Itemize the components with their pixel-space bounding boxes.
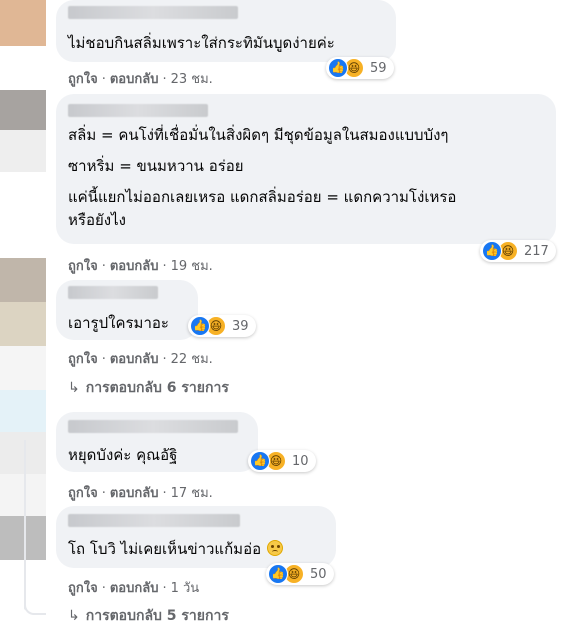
thumbs-up-icon: 👍	[482, 241, 502, 261]
comment-line: ซาหริ่ม = ขนมหวาน อร่อย	[68, 157, 244, 175]
avatar	[0, 130, 46, 172]
reply-link[interactable]: ตอบกลับ	[110, 259, 159, 274]
comment-line: สลิ่ม = คนโง่ที่เชื่อมั่นในสิ่งผิดๆ มีชุ…	[68, 126, 449, 144]
reaction-summary[interactable]: 👍 😆 50	[266, 563, 334, 585]
comment-text: โถ โบวิ ไม่เคยเห็นข่าวแก้มอ่อ	[68, 539, 324, 559]
reaction-count: 59	[370, 60, 387, 76]
thumbs-up-icon: 👍	[250, 451, 270, 471]
reaction-count: 39	[232, 318, 249, 334]
avatar[interactable]	[0, 516, 46, 560]
view-replies-label: การตอบกลับ 5 รายการ	[85, 608, 229, 624]
comment-text: สลิ่ม = คนโง่ที่เชื่อมั่นในสิ่งผิดๆ มีชุ…	[68, 125, 544, 230]
commenter-name[interactable]	[68, 6, 238, 19]
comment-bubble: เอารูปใครมาอะ	[56, 280, 198, 340]
reply-arrow-icon: ↳	[68, 380, 80, 396]
reply-link[interactable]: ตอบกลับ	[110, 72, 159, 87]
avatar[interactable]	[0, 0, 46, 46]
comment-time[interactable]: 23 ชม.	[171, 72, 213, 87]
comment-actions: ถูกใจ · ตอบกลับ · 1 วัน	[68, 581, 200, 596]
comment-line: หรือยังไง	[68, 211, 126, 229]
comment-actions: ถูกใจ · ตอบกลับ · 19 ชม.	[68, 259, 213, 274]
like-link[interactable]: ถูกใจ	[68, 581, 98, 596]
like-link[interactable]: ถูกใจ	[68, 259, 98, 274]
avatar	[0, 432, 46, 474]
comment-text: เอารูปใครมาอะ	[68, 314, 169, 332]
comment-text: ไม่ชอบกินสลิ่มเพราะใส่กระทิมันบูดง่ายค่ะ	[68, 34, 335, 52]
comment-bubble: สลิ่ม = คนโง่ที่เชื่อมั่นในสิ่งผิดๆ มีชุ…	[56, 94, 556, 244]
reaction-count: 217	[524, 243, 549, 259]
avatar[interactable]	[0, 90, 46, 130]
reaction-summary[interactable]: 👍 😆 39	[188, 315, 256, 337]
reply-link[interactable]: ตอบกลับ	[110, 581, 159, 596]
comment-bubble: หยุดบังค่ะ คุณอัฐิ	[56, 412, 258, 472]
comment-actions: ถูกใจ · ตอบกลับ · 22 ชม.	[68, 352, 213, 367]
reaction-summary[interactable]: 👍 😆 217	[480, 240, 556, 262]
avatar	[0, 474, 46, 516]
reaction-summary[interactable]: 👍 😆 59	[326, 57, 394, 79]
comment-bubble: ไม่ชอบกินสลิ่มเพราะใส่กระทิมันบูดง่ายค่ะ	[56, 0, 396, 62]
commenter-name[interactable]	[68, 286, 158, 299]
comment-line: แค่นี้แยกไม่ออกเลยเหรอ แดกสลิ่มอร่อย = แ…	[68, 188, 457, 206]
comment-text: หยุดบังค่ะ คุณอัฐิ	[68, 446, 178, 464]
reaction-summary[interactable]: 👍 😆 10	[248, 450, 316, 472]
like-link[interactable]: ถูกใจ	[68, 486, 98, 501]
comment-time[interactable]: 22 ชม.	[171, 352, 213, 367]
commenter-name[interactable]	[68, 514, 240, 527]
thumbs-up-icon: 👍	[190, 316, 210, 336]
commenter-name[interactable]	[68, 104, 208, 117]
avatar	[0, 346, 46, 390]
comment-time[interactable]: 19 ชม.	[171, 259, 213, 274]
view-replies-link[interactable]: ↳ การตอบกลับ 6 รายการ	[68, 377, 229, 399]
avatar[interactable]	[0, 390, 46, 432]
comment-text-body: โถ โบวิ ไม่เคยเห็นข่าวแก้มอ่อ	[68, 540, 262, 558]
comment-bubble: โถ โบวิ ไม่เคยเห็นข่าวแก้มอ่อ	[56, 506, 336, 568]
reaction-count: 50	[310, 566, 327, 582]
like-link[interactable]: ถูกใจ	[68, 72, 98, 87]
view-replies-link[interactable]: ↳ การตอบกลับ 5 รายการ	[68, 605, 229, 627]
reply-arrow-icon: ↳	[68, 608, 80, 624]
comment-time[interactable]: 1 วัน	[171, 581, 200, 596]
thumbs-up-icon: 👍	[328, 58, 348, 78]
reaction-count: 10	[292, 453, 309, 469]
comment-actions: ถูกใจ · ตอบกลับ · 23 ชม.	[68, 72, 213, 87]
sad-face-icon	[267, 540, 284, 556]
like-link[interactable]: ถูกใจ	[68, 352, 98, 367]
thread-connector	[24, 575, 46, 615]
view-replies-label: การตอบกลับ 6 รายการ	[85, 380, 229, 396]
avatar[interactable]	[0, 258, 46, 302]
comment-time[interactable]: 17 ชม.	[171, 486, 213, 501]
thumbs-up-icon: 👍	[268, 564, 288, 584]
commenter-name[interactable]	[68, 420, 238, 433]
reply-link[interactable]: ตอบกลับ	[110, 352, 159, 367]
avatar	[0, 302, 46, 346]
comment-actions: ถูกใจ · ตอบกลับ · 17 ชม.	[68, 486, 213, 501]
reply-link[interactable]: ตอบกลับ	[110, 486, 159, 501]
